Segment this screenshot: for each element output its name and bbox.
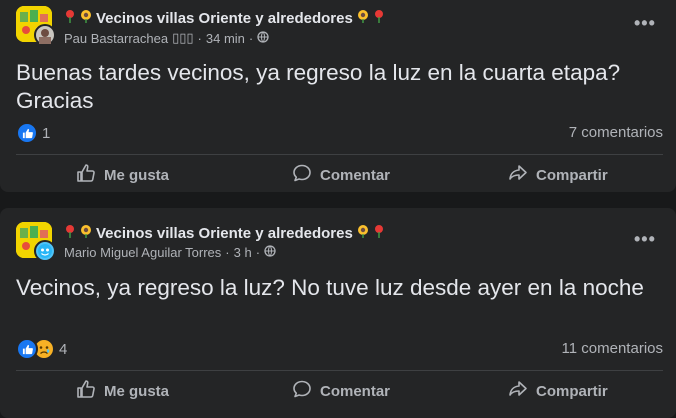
author-name[interactable]: Pau Bastarrachea — [64, 31, 168, 46]
like-label: Me gusta — [104, 382, 170, 400]
post-card: Vecinos villas Oriente y alrededores Mar… — [0, 208, 676, 418]
divider — [16, 154, 663, 155]
post-meta: Mario Miguel Aguilar Torres · 3 h · — [64, 245, 276, 260]
comments-count[interactable]: 11 comentarios — [562, 340, 663, 357]
group-name[interactable]: Vecinos villas Oriente y alrededores — [64, 224, 385, 242]
post-time[interactable]: 34 min — [206, 31, 245, 46]
share-button[interactable]: Compartir — [508, 157, 608, 193]
share-icon — [508, 379, 528, 403]
divider — [16, 370, 663, 371]
action-bar: Me gusta Comentar Compartir — [0, 157, 676, 193]
post-text: Vecinos, ya regreso la luz? No tuve luz … — [16, 275, 644, 300]
author-suffix: ▯▯▯ — [172, 30, 194, 45]
reaction-count: 4 — [59, 340, 68, 358]
comment-button[interactable]: Comentar — [292, 373, 390, 409]
avatar[interactable] — [16, 6, 56, 46]
share-icon — [508, 163, 528, 187]
more-options-icon[interactable]: ••• — [634, 230, 655, 248]
comment-label: Comentar — [320, 382, 391, 400]
group-name-text: Vecinos villas Oriente y alrededores — [96, 224, 353, 242]
share-label: Compartir — [536, 382, 608, 400]
comment-icon — [292, 379, 312, 403]
separator: · — [197, 30, 202, 46]
reactions-summary[interactable]: 1 — [16, 122, 50, 144]
avatar[interactable] — [16, 222, 56, 262]
separator: · — [225, 245, 230, 260]
user-avatar — [34, 240, 56, 262]
globe-icon — [257, 30, 269, 46]
reactions-summary[interactable]: 4 — [16, 338, 67, 360]
post-text: Buenas tardes vecinos, ya regreso la luz… — [16, 60, 621, 113]
like-icon — [16, 338, 38, 360]
author-name[interactable]: Mario Miguel Aguilar Torres — [64, 245, 221, 260]
rose-icon — [373, 224, 385, 242]
post-time[interactable]: 3 h — [234, 245, 252, 260]
comment-label: Comentar — [320, 166, 391, 184]
share-button[interactable]: Compartir — [508, 373, 608, 409]
like-icon — [16, 122, 38, 144]
share-label: Compartir — [536, 166, 608, 184]
thumbs-up-icon — [76, 163, 96, 187]
separator: · — [255, 245, 261, 260]
group-name-text: Vecinos villas Oriente y alrededores — [96, 9, 353, 27]
comments-count[interactable]: 7 comentarios — [569, 124, 663, 141]
post-meta: Pau Bastarrachea ▯▯▯ · 34 min · — [64, 30, 269, 46]
comment-button[interactable]: Comentar — [292, 157, 390, 193]
reaction-count: 1 — [42, 124, 51, 142]
like-label: Me gusta — [104, 166, 170, 184]
sunflower-icon — [356, 224, 370, 242]
action-bar: Me gusta Comentar Compartir — [0, 373, 676, 409]
separator: · — [248, 30, 254, 46]
rose-icon — [64, 9, 76, 27]
like-button[interactable]: Me gusta — [76, 157, 169, 193]
thumbs-up-icon — [76, 379, 96, 403]
sunflower-icon — [79, 9, 93, 27]
comment-icon — [292, 163, 312, 187]
globe-icon — [264, 245, 276, 260]
like-button[interactable]: Me gusta — [76, 373, 169, 409]
rose-icon — [64, 224, 76, 242]
sunflower-icon — [356, 9, 370, 27]
sunflower-icon — [79, 224, 93, 242]
more-options-icon[interactable]: ••• — [634, 14, 655, 32]
post-card: Vecinos villas Oriente y alrededores Pau… — [0, 0, 676, 192]
rose-icon — [373, 9, 385, 27]
user-avatar — [34, 24, 56, 46]
group-name[interactable]: Vecinos villas Oriente y alrededores — [64, 9, 385, 27]
